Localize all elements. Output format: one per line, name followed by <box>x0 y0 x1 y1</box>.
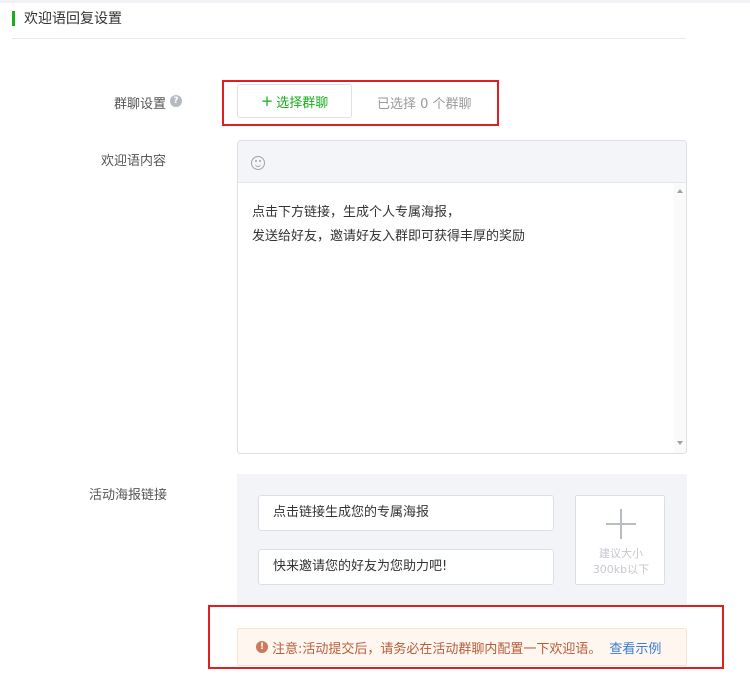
poster-link-panel: 点击链接生成您的专属海报 快来邀请您的好友为您助力吧! 建议大小 300kb以下 <box>237 474 687 604</box>
section-title: 欢迎语回复设置 <box>24 11 122 27</box>
question-icon[interactable]: ? <box>170 95 182 107</box>
poster-image-upload[interactable]: 建议大小 300kb以下 <box>575 495 665 585</box>
scroll-up-arrow-icon[interactable] <box>677 189 683 193</box>
editor-toolbar <box>238 141 686 183</box>
section-accent-bar <box>12 10 15 26</box>
welcome-textarea[interactable]: 点击下方链接，生成个人专属海报， 发送给好友，邀请好友入群即可获得丰厚的奖励 <box>238 183 674 453</box>
group-chat-label: 群聊设置 <box>114 97 167 112</box>
editor-scrollbar[interactable] <box>674 183 686 453</box>
poster-link-label: 活动海报链接 <box>89 488 168 503</box>
upload-hint-line: 建议大小 <box>599 547 643 560</box>
poster-description-input[interactable]: 快来邀请您的好友为您助力吧! <box>258 549 554 585</box>
poster-title-input[interactable]: 点击链接生成您的专属海报 <box>258 495 554 531</box>
section-divider <box>12 38 686 39</box>
welcome-line: 点击下方链接，生成个人专属海报， <box>252 205 461 220</box>
top-strip <box>0 0 750 3</box>
section-header: 欢迎语回复设置 <box>12 9 122 27</box>
emoji-icon[interactable] <box>251 156 265 170</box>
scroll-down-arrow-icon[interactable] <box>677 441 683 445</box>
upload-hint: 建议大小 300kb以下 <box>576 546 666 578</box>
highlight-box-group-chat <box>222 80 499 126</box>
upload-plus-icon <box>606 509 636 539</box>
welcome-line: 发送给好友，邀请好友入群即可获得丰厚的奖励 <box>252 229 526 244</box>
welcome-editor[interactable]: 点击下方链接，生成个人专属海报， 发送给好友，邀请好友入群即可获得丰厚的奖励 <box>237 140 687 454</box>
welcome-content-label: 欢迎语内容 <box>101 154 167 169</box>
highlight-box-notice <box>208 605 724 669</box>
upload-hint-line: 300kb以下 <box>592 563 650 576</box>
